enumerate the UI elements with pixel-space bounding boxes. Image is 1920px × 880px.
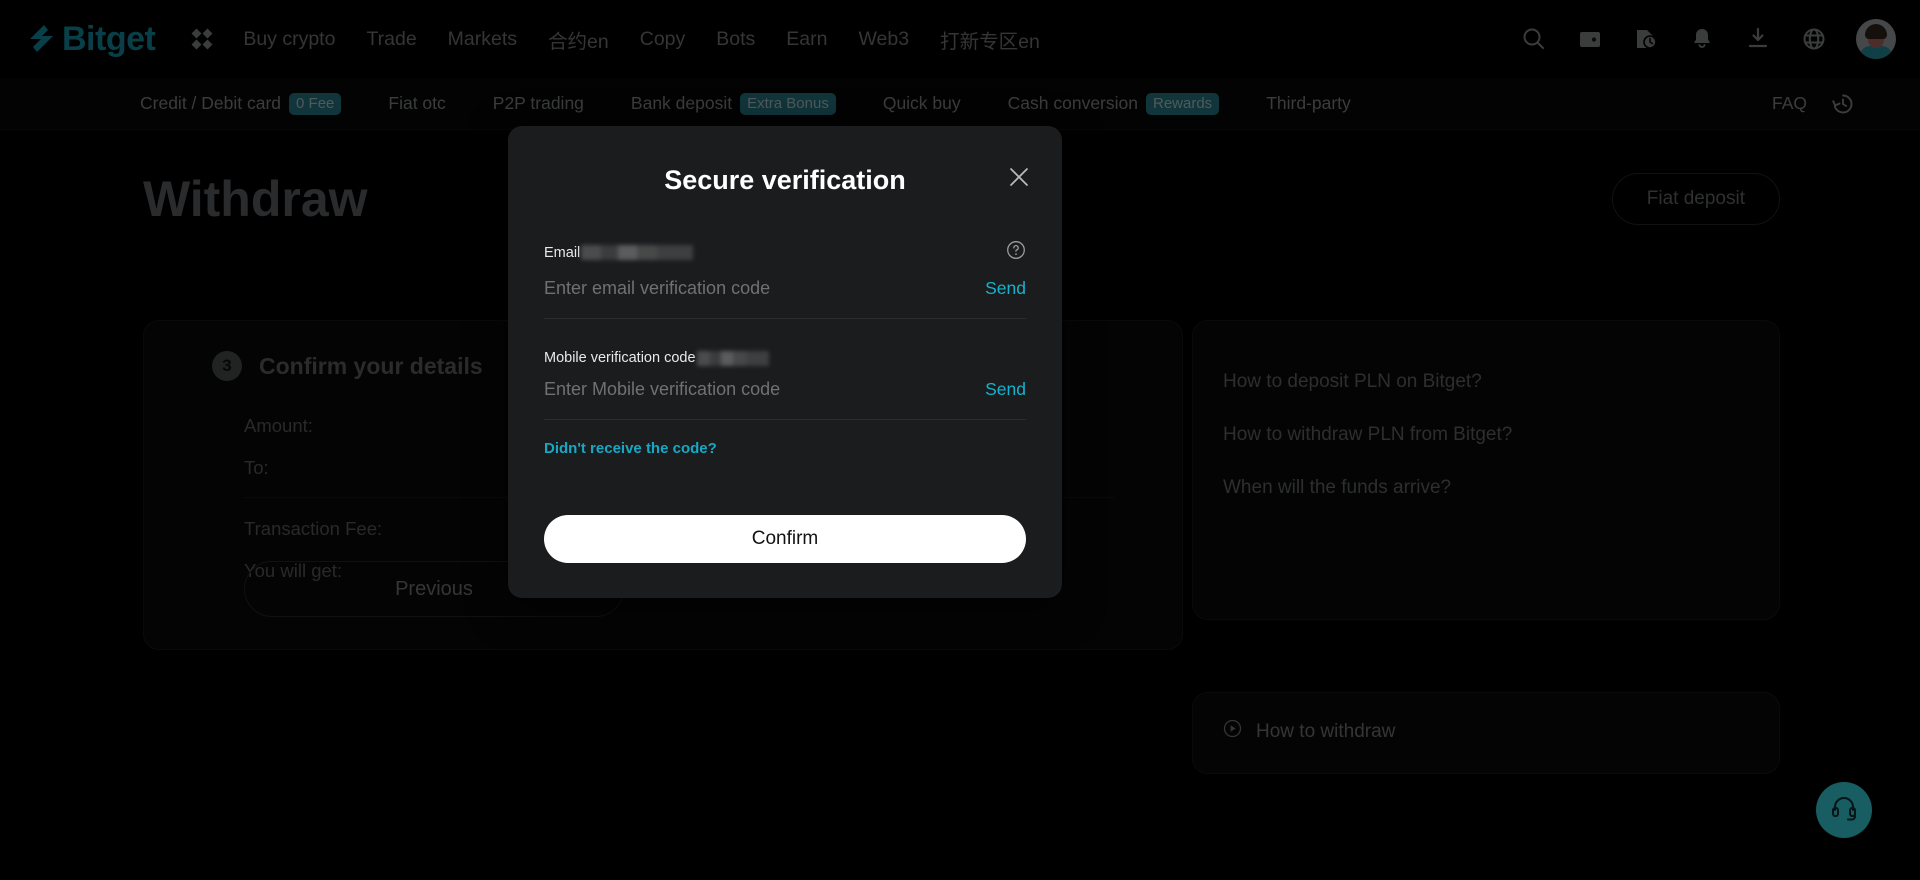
email-send-code-button[interactable]: Send <box>971 278 1026 299</box>
field-spacer <box>544 319 1026 350</box>
mobile-verification-code-input[interactable] <box>544 379 972 400</box>
mobile-field-label: Mobile verification code <box>544 350 769 366</box>
didnt-receive-code-link[interactable]: Didn't receive the code? <box>544 440 717 457</box>
modal-title: Secure verification <box>664 165 906 195</box>
mobile-value-redacted <box>696 350 769 366</box>
secure-verification-modal: Secure verification Email Send <box>508 126 1062 598</box>
email-label-row: Email <box>544 240 1026 265</box>
mobile-label-text: Mobile verification code <box>544 350 696 366</box>
email-value-redacted <box>581 245 694 260</box>
email-label-text: Email <box>544 244 581 261</box>
email-code-row: Send <box>544 265 1026 319</box>
help-circle-icon[interactable] <box>1006 240 1026 265</box>
mobile-code-row: Send <box>544 366 1026 420</box>
close-icon[interactable] <box>1006 164 1032 190</box>
modal-body: Email Send Mobile verification code <box>508 196 1062 458</box>
mobile-label-row: Mobile verification code <box>544 350 1026 366</box>
app-page: Bitget Buy crypto Trade Markets 合约en Cop… <box>0 0 1920 880</box>
confirm-button[interactable]: Confirm <box>544 515 1026 563</box>
email-verification-code-input[interactable] <box>544 278 972 299</box>
email-field-label: Email <box>544 244 694 261</box>
mobile-send-code-button[interactable]: Send <box>971 379 1026 400</box>
